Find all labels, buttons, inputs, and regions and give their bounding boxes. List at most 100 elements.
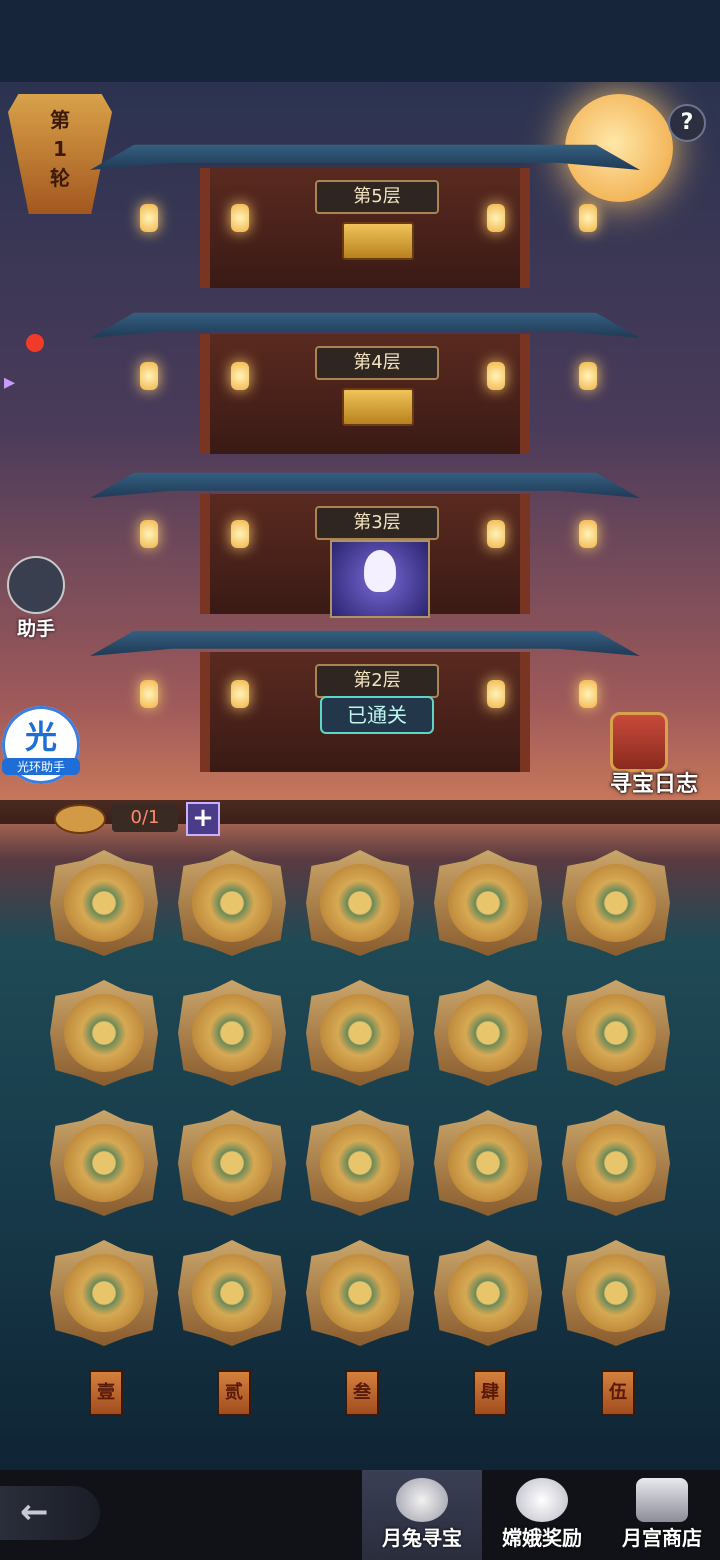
treasure-tile[interactable] <box>306 1110 414 1216</box>
roof <box>90 472 640 498</box>
treasure-tile[interactable] <box>562 1110 670 1216</box>
mooncake-icon <box>396 1478 448 1522</box>
tab-moon-palace-shop[interactable]: 月宫商店 <box>602 1470 720 1560</box>
chang-e-icon <box>516 1478 568 1522</box>
lantern-icon <box>231 204 249 232</box>
drum-rabbit-icon <box>610 712 668 772</box>
treasure-tile[interactable] <box>434 1110 542 1216</box>
floor-label: 第4层 <box>315 346 439 380</box>
lotus-medallion-icon <box>64 1124 144 1202</box>
add-mooncake-button[interactable]: + <box>186 802 220 836</box>
round-label: 第 1 轮 <box>50 108 70 190</box>
lantern-icon <box>487 362 505 390</box>
lotus-medallion-icon <box>576 1124 656 1202</box>
treasure-tile[interactable] <box>562 850 670 956</box>
roof <box>90 144 640 170</box>
lotus-medallion-icon <box>576 1254 656 1332</box>
lotus-medallion-icon <box>448 994 528 1072</box>
mooncake-counter: 0/1 + <box>54 802 224 836</box>
rabbit-icon <box>364 550 396 592</box>
lantern-icon <box>140 362 158 390</box>
floor-5[interactable]: 第5层 <box>200 168 530 288</box>
halo-assistant-button[interactable]: 光 光环助手 <box>2 706 80 784</box>
lantern-icon <box>231 680 249 708</box>
treasure-tile[interactable] <box>50 980 158 1086</box>
back-arrow-icon: ← <box>20 1492 49 1532</box>
halo-label: 光环助手 <box>2 758 80 775</box>
moon-rabbit-portrait[interactable] <box>330 540 430 618</box>
lotus-medallion-icon <box>64 994 144 1072</box>
tab-moon-rabbit-treasure[interactable]: 月兔寻宝 <box>362 1470 482 1560</box>
floor-3[interactable]: 第3层 <box>200 494 530 618</box>
tab-label: 嫦娥奖励 <box>502 1526 582 1550</box>
lantern-icon <box>579 520 597 548</box>
column-plaque: 肆 <box>473 1370 507 1416</box>
lantern-icon <box>231 362 249 390</box>
column-plaque: 壹 <box>89 1370 123 1416</box>
treasure-tile[interactable] <box>562 980 670 1086</box>
lantern-icon <box>487 680 505 708</box>
mooncake-count: 0/1 <box>112 804 178 832</box>
lotus-medallion-icon <box>192 1254 272 1332</box>
treasure-tile[interactable] <box>562 1240 670 1346</box>
assistant-avatar <box>7 556 65 614</box>
treasure-chest-icon[interactable] <box>342 222 414 260</box>
treasure-tile[interactable] <box>434 850 542 956</box>
lotus-medallion-icon <box>320 1124 400 1202</box>
lotus-medallion-icon <box>448 864 528 942</box>
lotus-medallion-icon <box>448 1124 528 1202</box>
treasure-tile[interactable] <box>306 1240 414 1346</box>
tab-label: 月宫商店 <box>622 1526 702 1550</box>
treasure-tile[interactable] <box>434 980 542 1086</box>
lotus-medallion-icon <box>448 1254 528 1332</box>
treasure-tile[interactable] <box>50 1240 158 1346</box>
treasure-tile[interactable] <box>306 850 414 956</box>
treasure-tile[interactable] <box>434 1240 542 1346</box>
back-button[interactable]: ← <box>0 1486 100 1540</box>
halo-icon: 光 <box>24 718 57 756</box>
lotus-medallion-icon <box>64 864 144 942</box>
roof <box>90 312 640 338</box>
treasure-log-button[interactable]: 寻宝日志 <box>596 662 712 802</box>
floor-label: 第5层 <box>315 180 439 214</box>
chest-icon <box>636 1478 688 1522</box>
treasure-chest-icon[interactable] <box>342 388 414 426</box>
floor-label: 第3层 <box>315 506 439 540</box>
top-bar <box>0 0 720 82</box>
lantern-icon <box>487 520 505 548</box>
help-button[interactable]: ? <box>668 104 706 142</box>
treasure-tile[interactable] <box>178 980 286 1086</box>
lotus-medallion-icon <box>64 1254 144 1332</box>
column-plaque: 贰 <box>217 1370 251 1416</box>
lantern-icon <box>140 520 158 548</box>
floor-2[interactable]: 第2层 已通关 <box>200 652 530 772</box>
floor-4[interactable]: 第4层 <box>200 334 530 454</box>
treasure-tile[interactable] <box>178 850 286 956</box>
lantern-icon <box>487 204 505 232</box>
cleared-badge: 已通关 <box>320 696 434 734</box>
treasure-tile[interactable] <box>50 1110 158 1216</box>
side-panel-arrow-icon[interactable]: ▸ <box>4 370 15 395</box>
treasure-tile[interactable] <box>50 850 158 956</box>
bottom-nav: ← 月兔寻宝 嫦娥奖励 月宫商店 <box>0 1470 720 1560</box>
lantern-icon <box>579 204 597 232</box>
treasure-tile[interactable] <box>178 1110 286 1216</box>
floor-label: 第2层 <box>315 664 439 698</box>
tab-label: 月兔寻宝 <box>382 1526 462 1550</box>
tab-chang-e-rewards[interactable]: 嫦娥奖励 <box>482 1470 602 1560</box>
roof <box>90 630 640 656</box>
lotus-medallion-icon <box>576 864 656 942</box>
lantern-icon <box>140 680 158 708</box>
column-plaque: 伍 <box>601 1370 635 1416</box>
assistant-button[interactable]: 助手 <box>4 556 68 641</box>
treasure-tile[interactable] <box>306 980 414 1086</box>
pagoda: 第5层 第4层 第3层 第2层 已通关 <box>90 82 640 782</box>
lotus-medallion-icon <box>320 864 400 942</box>
treasure-tile[interactable] <box>178 1240 286 1346</box>
notification-dot <box>26 334 44 352</box>
lotus-medallion-icon <box>192 994 272 1072</box>
lotus-medallion-icon <box>320 1254 400 1332</box>
lantern-icon <box>140 204 158 232</box>
lotus-medallion-icon <box>192 864 272 942</box>
lotus-medallion-icon <box>192 1124 272 1202</box>
